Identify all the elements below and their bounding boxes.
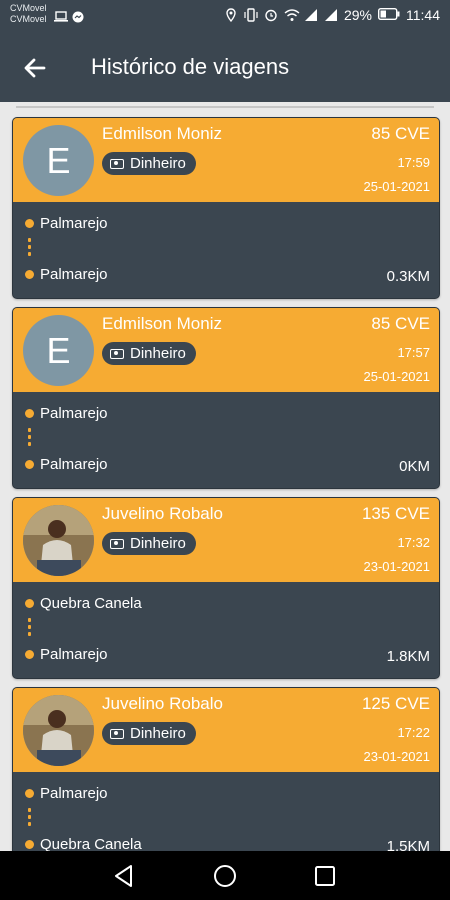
trip-price: 85 CVE — [371, 314, 430, 333]
trip-distance: 1.8KM — [386, 648, 430, 665]
trip-time: 17:59 — [397, 155, 430, 170]
carrier-1: CVMovel — [10, 3, 47, 13]
trip-price: 85 CVE — [371, 124, 430, 143]
carrier-2: CVMovel — [10, 14, 47, 24]
payment-badge: Dinheiro — [102, 532, 196, 555]
driver-photo-icon — [23, 695, 94, 766]
payment-method: Dinheiro — [130, 535, 186, 552]
trip-time: 17:32 — [397, 535, 430, 550]
trip-distance: 0.3KM — [386, 268, 430, 285]
route-dots-icon — [28, 618, 32, 640]
origin-dot-icon — [25, 409, 34, 418]
origin-label: Palmarejo — [40, 785, 108, 802]
trip-card[interactable]: E Edmilson Moniz Dinheiro 85 CVE 17:59 2… — [12, 117, 440, 299]
driver-name: Juvelino Robalo — [102, 504, 223, 523]
driver-name: Edmilson Moniz — [102, 314, 222, 333]
trip-time: 17:22 — [397, 725, 430, 740]
trip-date: 23-01-2021 — [363, 749, 431, 764]
destination: Palmarejo — [25, 646, 108, 663]
system-nav-bar — [0, 851, 450, 900]
trip-time: 17:57 — [397, 345, 430, 360]
laptop-icon — [54, 10, 68, 28]
cash-icon — [110, 158, 124, 169]
page-title: Histórico de viagens — [91, 54, 290, 79]
back-button[interactable] — [20, 53, 50, 83]
back-triangle-icon — [115, 865, 132, 887]
trip-card[interactable]: Juvelino Robalo Dinheiro 135 CVE 17:32 2… — [12, 497, 440, 679]
clock: 11:44 — [406, 7, 440, 23]
battery-percent: 29% — [343, 7, 372, 23]
origin: Quebra Canela — [25, 595, 142, 612]
payment-method: Dinheiro — [130, 725, 186, 742]
recents-square-icon — [315, 866, 335, 886]
destination-dot-icon — [25, 650, 34, 659]
origin-dot-icon — [25, 789, 34, 798]
arrow-left-icon — [24, 58, 46, 78]
payment-method: Dinheiro — [130, 345, 186, 362]
trip-date: 25-01-2021 — [363, 369, 431, 384]
trip-card[interactable]: Juvelino Robalo Dinheiro 125 CVE 17:22 2… — [12, 687, 440, 869]
origin-dot-icon — [25, 599, 34, 608]
driver-name: Juvelino Robalo — [102, 694, 223, 713]
origin: Palmarejo — [25, 785, 108, 802]
origin-label: Palmarejo — [40, 405, 108, 422]
trip-card[interactable]: E Edmilson Moniz Dinheiro 85 CVE 17:57 2… — [12, 307, 440, 489]
destination: Palmarejo — [25, 266, 108, 283]
cash-icon — [110, 348, 124, 359]
vibrate-icon — [244, 8, 258, 22]
app-bar: Histórico de viagens — [0, 32, 450, 102]
avatar — [23, 695, 94, 766]
destination-label: Palmarejo — [40, 456, 108, 473]
driver-photo-icon — [23, 505, 94, 576]
origin-label: Quebra Canela — [40, 595, 142, 612]
trip-price: 125 CVE — [361, 694, 430, 713]
location-icon — [224, 8, 238, 23]
carrier-labels: CVMovel CVMovel — [10, 3, 47, 25]
origin-label: Palmarejo — [40, 215, 108, 232]
trip-distance: 0KM — [399, 458, 430, 475]
payment-badge: Dinheiro — [102, 152, 196, 175]
payment-method: Dinheiro — [130, 155, 186, 172]
driver-name: Edmilson Moniz — [102, 124, 222, 143]
avatar: E — [23, 125, 94, 196]
destination-dot-icon — [25, 270, 34, 279]
payment-badge: Dinheiro — [102, 722, 196, 745]
nav-recents-button[interactable] — [312, 863, 338, 889]
route-dots-icon — [28, 428, 32, 450]
origin: Palmarejo — [25, 405, 108, 422]
route-dots-icon — [28, 808, 32, 830]
status-bar: CVMovel CVMovel 29% 11:44 — [0, 0, 450, 32]
notification-icons — [54, 10, 84, 28]
destination-label: Palmarejo — [40, 266, 108, 283]
destination-label: Palmarejo — [40, 646, 108, 663]
nav-back-button[interactable] — [111, 863, 137, 889]
messenger-icon — [72, 10, 84, 28]
nav-home-button[interactable] — [212, 863, 238, 889]
route-dots-icon — [28, 238, 32, 260]
trip-list: E Edmilson Moniz Dinheiro 85 CVE 17:59 2… — [12, 117, 440, 877]
destination: Palmarejo — [25, 456, 108, 473]
cash-icon — [110, 728, 124, 739]
trip-price: 135 CVE — [361, 504, 430, 523]
origin-dot-icon — [25, 219, 34, 228]
origin: Palmarejo — [25, 215, 108, 232]
avatar: E — [23, 315, 94, 386]
signal-icon-2 — [324, 8, 338, 22]
destination-dot-icon — [25, 460, 34, 469]
avatar — [23, 505, 94, 576]
battery-icon — [377, 7, 400, 23]
alarm-icon — [264, 8, 278, 22]
payment-badge: Dinheiro — [102, 342, 196, 365]
trip-date: 23-01-2021 — [363, 559, 431, 574]
trip-date: 25-01-2021 — [363, 179, 431, 194]
status-icons: 29% 11:44 — [224, 7, 440, 23]
header-divider — [16, 106, 434, 108]
home-circle-icon — [214, 865, 236, 887]
destination-dot-icon — [25, 840, 34, 849]
cash-icon — [110, 538, 124, 549]
signal-icon — [304, 8, 318, 22]
wifi-icon — [284, 8, 300, 22]
